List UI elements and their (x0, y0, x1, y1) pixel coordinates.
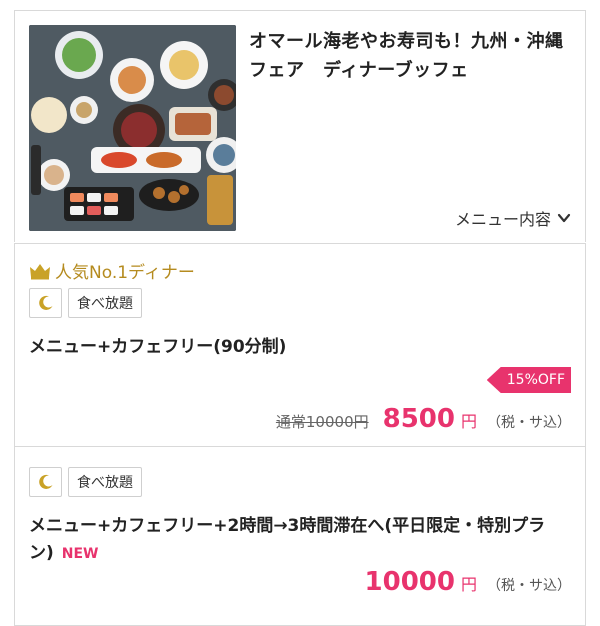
course-card[interactable]: 食べ放題 メニュー+カフェフリー+2時間→3時間滞在へ(平日限定・特別プラン) N… (14, 446, 586, 626)
moon-icon (38, 474, 52, 489)
tax-note: （税・サ込） (487, 415, 571, 431)
food-photo-illustration (29, 25, 236, 231)
plan-photo[interactable] (29, 25, 236, 231)
discount-badge: 15%OFF (486, 367, 571, 393)
all-you-can-eat-tag: 食べ放題 (68, 288, 142, 318)
plan-title: オマール海老やお寿司も！九州・沖縄フェア ディナーブッフェ (249, 31, 564, 81)
popularity-rank: 人気No.1ディナー (29, 258, 195, 283)
menu-contents-label: メニュー内容 (454, 210, 551, 229)
course-card[interactable]: 人気No.1ディナー 食べ放題 メニュー+カフェフリー(90分制) 15%OFF… (14, 243, 586, 447)
price-amount: 10000 (364, 567, 455, 597)
dinner-tag (29, 467, 62, 497)
course-name: メニュー+カフェフリー+2時間→3時間滞在へ(平日限定・特別プラン) NEW (29, 513, 569, 568)
course-name: メニュー+カフェフリー(90分制) (29, 337, 287, 357)
dinner-tag (29, 288, 62, 318)
new-badge: NEW (61, 546, 99, 562)
crown-icon (30, 263, 50, 279)
plan-card: オマール海老やお寿司も！九州・沖縄フェア ディナーブッフェ メニュー内容 (14, 10, 586, 242)
plan-page: オマール海老やお寿司も！九州・沖縄フェア ディナーブッフェ メニュー内容 人気N… (0, 0, 600, 626)
price-currency: 円 (460, 575, 477, 594)
course-tags: 食べ放題 (29, 467, 142, 497)
rank-label: 人気No.1ディナー (55, 263, 195, 283)
all-you-can-eat-tag: 食べ放題 (68, 467, 142, 497)
menu-contents-toggle[interactable]: メニュー内容 (455, 206, 571, 230)
price-row: 10000 円 （税・サ込） (365, 567, 571, 597)
moon-icon (38, 295, 52, 310)
regular-price: 通常10000円 (275, 413, 369, 431)
course-name-text: メニュー+カフェフリー+2時間→3時間滞在へ(平日限定・特別プラン) (29, 516, 546, 563)
tax-note: （税・サ込） (487, 578, 571, 594)
price-row: 通常10000円 8500 円 （税・サ込） (276, 404, 571, 434)
price-amount: 8500 (382, 404, 455, 434)
chevron-down-icon (557, 213, 571, 223)
price-currency: 円 (460, 412, 477, 431)
course-tags: 食べ放題 (29, 288, 142, 318)
